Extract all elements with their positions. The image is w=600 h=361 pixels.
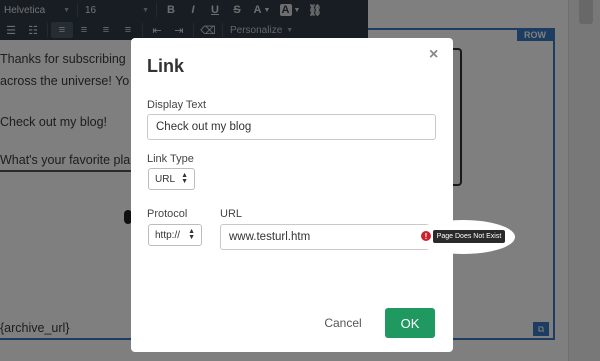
link-type-value: URL <box>155 173 176 185</box>
ok-button[interactable]: OK <box>385 308 435 338</box>
link-dialog: Link × Display Text Link Type URL ▲▼ Pro… <box>131 38 453 352</box>
dialog-title: Link <box>147 56 185 76</box>
protocol-value: http:// <box>155 229 181 241</box>
close-icon[interactable]: × <box>429 46 438 64</box>
url-input[interactable] <box>220 224 436 250</box>
select-arrows-icon: ▲ ▼ <box>181 172 188 185</box>
cancel-button[interactable]: Cancel <box>317 308 369 338</box>
error-tooltip: Page Does Not Exist <box>433 230 505 243</box>
display-text-label: Display Text <box>147 99 207 111</box>
display-text-input[interactable] <box>147 114 436 140</box>
error-icon[interactable]: ! <box>421 231 431 241</box>
select-arrows-icon: ▲ ▼ <box>188 228 195 241</box>
link-type-label: Link Type <box>147 153 194 165</box>
url-label: URL <box>220 208 243 220</box>
link-type-select[interactable]: URL ▲ ▼ <box>148 168 195 190</box>
protocol-label: Protocol <box>147 208 188 220</box>
protocol-select[interactable]: http:// ▲ ▼ <box>148 224 202 246</box>
